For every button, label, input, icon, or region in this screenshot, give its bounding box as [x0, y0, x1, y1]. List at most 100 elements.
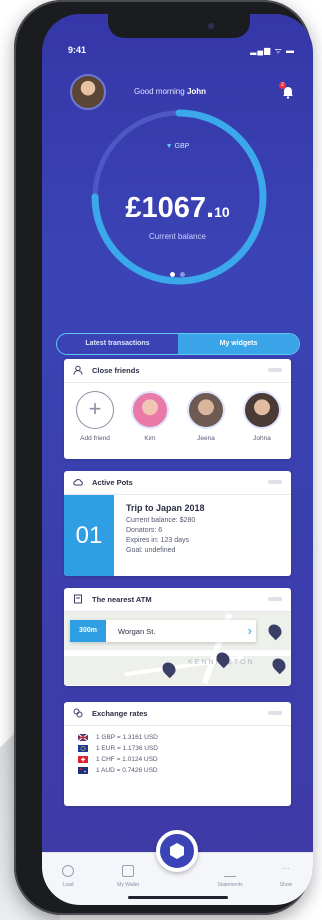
add-friend-label: Add friend — [80, 435, 110, 442]
friend-item[interactable]: Jeena — [183, 391, 229, 442]
greeting-text: Good morning — [134, 87, 185, 96]
rate-text: 1 AUD = 0.7426 USD — [96, 767, 158, 774]
atm-distance: 300m — [70, 620, 106, 642]
chevron-right-icon[interactable]: › — [248, 623, 252, 638]
drag-handle[interactable] — [268, 597, 282, 601]
pot-line: Expires in: 123 days — [126, 537, 190, 544]
nav-label: Statements — [217, 882, 243, 888]
nav-my-wallet[interactable]: My Wallet — [108, 865, 148, 888]
page-dot-2[interactable] — [180, 272, 185, 277]
atm-pin-icon[interactable] — [269, 655, 289, 675]
statements-icon — [224, 865, 236, 877]
wallet-icon — [122, 865, 134, 877]
status-icons: ▂▄▆ ᯤ ▬ — [250, 46, 295, 55]
friends-icon — [73, 365, 83, 375]
exchange-rates-card: Exchange rates 1 GBP = 1.3161 USD 1 EUR … — [64, 702, 291, 806]
nav-load[interactable]: Load — [48, 865, 88, 888]
card-header: Exchange rates — [64, 702, 291, 726]
card-title: The nearest ATM — [92, 595, 152, 604]
cloud-icon — [73, 479, 83, 486]
currency-selector[interactable]: ▼ GBP — [42, 143, 313, 150]
tab-my-widgets[interactable]: My widgets — [178, 334, 299, 354]
close-friends-card: Close friends + Add friend Kim Jeena Joh… — [64, 359, 291, 459]
atm-street: Worgan St. — [118, 627, 156, 636]
map-road — [64, 650, 291, 656]
card-title: Active Pots — [92, 478, 133, 487]
logo-icon — [170, 843, 184, 859]
uk-flag-icon — [78, 734, 88, 741]
phone-frame: 9:41 ▂▄▆ ᯤ ▬ Good morning John 2 ▼ GBP £… — [14, 0, 313, 915]
app-screen: 9:41 ▂▄▆ ᯤ ▬ Good morning John 2 ▼ GBP £… — [42, 14, 313, 905]
drag-handle[interactable] — [268, 711, 282, 715]
balance-amount: £1067.10 — [42, 192, 313, 225]
rate-row: 1 GBP = 1.3161 USD — [78, 732, 158, 743]
atm-pin-icon[interactable] — [265, 621, 285, 641]
notifications-button[interactable]: 2 — [279, 82, 295, 99]
nav-show[interactable]: ··· Show — [266, 864, 306, 889]
drag-handle[interactable] — [268, 480, 282, 484]
balance-label: Current balance — [149, 232, 206, 241]
eu-flag-icon — [78, 745, 88, 752]
rate-row: 1 EUR = 1.1736 USD — [78, 743, 158, 754]
card-header: Close friends — [64, 359, 291, 383]
home-fab-button[interactable] — [156, 830, 198, 872]
swiss-flag-icon — [78, 756, 88, 763]
nav-label: Show — [279, 882, 293, 888]
exchange-icon — [73, 708, 83, 718]
atm-pin-icon[interactable] — [159, 659, 179, 679]
currency-code: GBP — [174, 143, 190, 150]
card-header: Active Pots — [64, 471, 291, 495]
page-dots[interactable] — [170, 264, 190, 282]
plus-icon: + — [76, 391, 114, 429]
balance-decimal: 10 — [214, 204, 230, 220]
card-header: The nearest ATM — [64, 588, 291, 612]
tab-bar: Latest transactions My widgets — [56, 333, 300, 355]
pot-line: Current balance: $280 — [126, 517, 196, 524]
pot-line: Goal: undefined — [126, 547, 176, 554]
nav-label: Load — [62, 882, 74, 888]
pot-number: 01 — [64, 495, 114, 576]
balance-integer: £1067. — [125, 192, 215, 224]
more-icon: ··· — [282, 864, 290, 873]
avatar — [131, 391, 169, 429]
notch — [108, 14, 250, 38]
rates-list: 1 GBP = 1.3161 USD 1 EUR = 1.1736 USD 1 … — [78, 732, 158, 776]
friend-name: Kim — [144, 435, 156, 442]
pot-title: Trip to Japan 2018 — [126, 503, 205, 513]
greeting: Good morning John — [134, 87, 206, 96]
card-title: Close friends — [92, 366, 140, 375]
nearest-atm-card: The nearest ATM KENNINGTON 300m Worgan S… — [64, 588, 291, 686]
page-dot-1[interactable] — [170, 272, 175, 277]
tab-latest-transactions[interactable]: Latest transactions — [57, 334, 178, 354]
nav-statements[interactable]: Statements — [210, 865, 250, 888]
currency-caret-icon: ▼ — [165, 143, 173, 150]
user-name: John — [186, 87, 207, 96]
active-pots-card: Active Pots 01 Trip to Japan 2018 Curren… — [64, 471, 291, 576]
load-icon — [62, 865, 74, 877]
rate-text: 1 EUR = 1.1736 USD — [96, 745, 158, 752]
rate-row: 1 CHF = 1.0124 USD — [78, 754, 158, 765]
australia-flag-icon — [78, 767, 88, 774]
card-title: Exchange rates — [92, 709, 148, 718]
home-indicator — [128, 896, 228, 899]
status-time: 9:41 — [68, 45, 87, 55]
add-friend-button[interactable]: + Add friend — [72, 391, 118, 442]
avatar — [243, 391, 281, 429]
friend-name: Jeena — [197, 435, 215, 442]
friends-list: + Add friend Kim Jeena Johna — [64, 383, 291, 453]
rate-row: 1 AUD = 0.7426 USD — [78, 765, 158, 776]
friend-name: Johna — [253, 435, 271, 442]
pot-line: Donators: 6 — [126, 527, 163, 534]
notification-badge: 2 — [279, 82, 286, 89]
friend-item[interactable]: Johna — [239, 391, 285, 442]
drag-handle[interactable] — [268, 368, 282, 372]
rate-text: 1 CHF = 1.0124 USD — [96, 756, 158, 763]
nav-label: My Wallet — [117, 882, 139, 888]
atm-map[interactable]: KENNINGTON 300m Worgan St. › — [64, 612, 291, 685]
atm-popup[interactable]: 300m Worgan St. › — [70, 620, 256, 642]
friend-item[interactable]: Kim — [127, 391, 173, 442]
avatar — [187, 391, 225, 429]
atm-icon — [74, 594, 82, 604]
camera-icon — [208, 23, 214, 29]
pot-details[interactable]: Trip to Japan 2018 Current balance: $280… — [126, 503, 205, 556]
